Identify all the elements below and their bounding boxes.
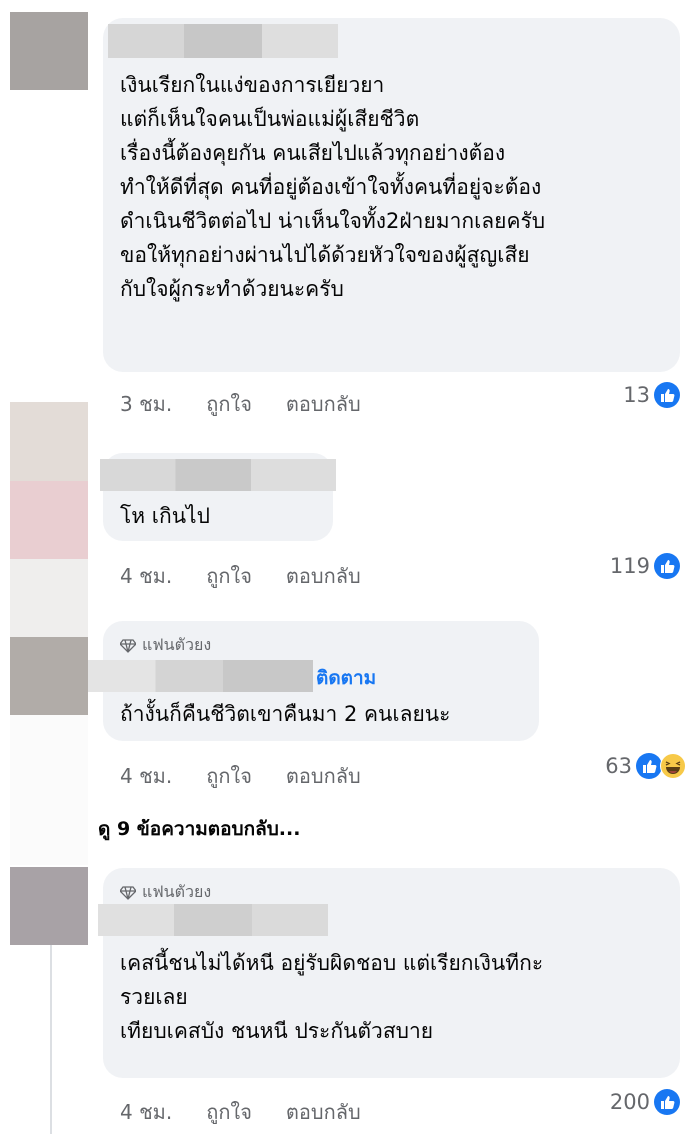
like-icon — [654, 1089, 680, 1115]
diamond-icon — [120, 885, 136, 900]
reply-button[interactable]: ตอบกลับ — [286, 560, 361, 592]
avatar-comment-4[interactable] — [10, 867, 88, 945]
like-button[interactable]: ถูกใจ — [206, 388, 252, 420]
fan-badge: แฟนตัวยง — [120, 633, 211, 658]
redacted-username — [108, 24, 338, 58]
reaction-summary[interactable]: 13 — [623, 382, 680, 408]
comment-meta: 4 ชม. ถูกใจ ตอบกลับ — [120, 560, 361, 592]
reaction-count: 63 — [605, 754, 632, 778]
avatar-strip — [10, 559, 88, 637]
reply-button[interactable]: ตอบกลับ — [286, 1096, 361, 1128]
like-button[interactable]: ถูกใจ — [206, 560, 252, 592]
follow-link[interactable]: ติดตาม — [316, 663, 376, 693]
like-button[interactable]: ถูกใจ — [206, 760, 252, 792]
diamond-icon — [120, 638, 136, 653]
reaction-count: 13 — [623, 383, 650, 407]
avatar-comment-3[interactable] — [10, 637, 88, 715]
avatar-strip — [10, 402, 88, 481]
like-icon — [654, 553, 680, 579]
comment-time[interactable]: 3 ชม. — [120, 388, 172, 420]
view-more-replies[interactable]: ดู 9 ข้อความตอบกลับ... — [98, 814, 300, 844]
thread-line — [50, 945, 52, 1134]
reaction-count: 200 — [609, 1090, 650, 1114]
fan-badge: แฟนตัวยง — [120, 880, 211, 905]
reply-button[interactable]: ตอบกลับ — [286, 760, 361, 792]
redacted-username — [98, 904, 328, 936]
comment-text: ถ้างั้นก็คืนชีวิตเขาคืนมา 2 คนเลยนะ — [120, 702, 451, 726]
comment-time[interactable]: 4 ชม. — [120, 560, 172, 592]
reaction-summary[interactable]: 63 — [605, 753, 686, 779]
comment-time[interactable]: 4 ชม. — [120, 760, 172, 792]
comment-text: เงินเรียกในแง่ของการเยียวยา แต่ก็เห็นใจค… — [120, 73, 546, 301]
comment-time[interactable]: 4 ชม. — [120, 1096, 172, 1128]
comment-text: เคสนี้ชนไม่ได้หนี อยู่รับผิดชอบ แต่เรียก… — [120, 951, 544, 1043]
avatar-strip — [10, 715, 88, 865]
avatar-comment-1[interactable] — [10, 12, 88, 90]
haha-icon — [660, 753, 686, 779]
avatar-strip — [10, 481, 88, 559]
reply-button[interactable]: ตอบกลับ — [286, 388, 361, 420]
reaction-count: 119 — [609, 554, 650, 578]
fan-badge-label: แฟนตัวยง — [142, 635, 212, 654]
reaction-summary[interactable]: 200 — [610, 1089, 680, 1115]
like-icon — [636, 753, 662, 779]
like-icon — [654, 382, 680, 408]
comment-meta: 3 ชม. ถูกใจ ตอบกลับ — [120, 388, 361, 420]
comment-meta: 4 ชม. ถูกใจ ตอบกลับ — [120, 1096, 361, 1128]
reaction-summary[interactable]: 119 — [610, 553, 680, 579]
fan-badge-label: แฟนตัวยง — [142, 882, 212, 901]
redacted-username — [88, 660, 313, 692]
like-button[interactable]: ถูกใจ — [206, 1096, 252, 1128]
comment-meta: 4 ชม. ถูกใจ ตอบกลับ — [120, 760, 361, 792]
comment-text: โห เกินไป — [120, 504, 210, 528]
redacted-username — [100, 459, 336, 491]
